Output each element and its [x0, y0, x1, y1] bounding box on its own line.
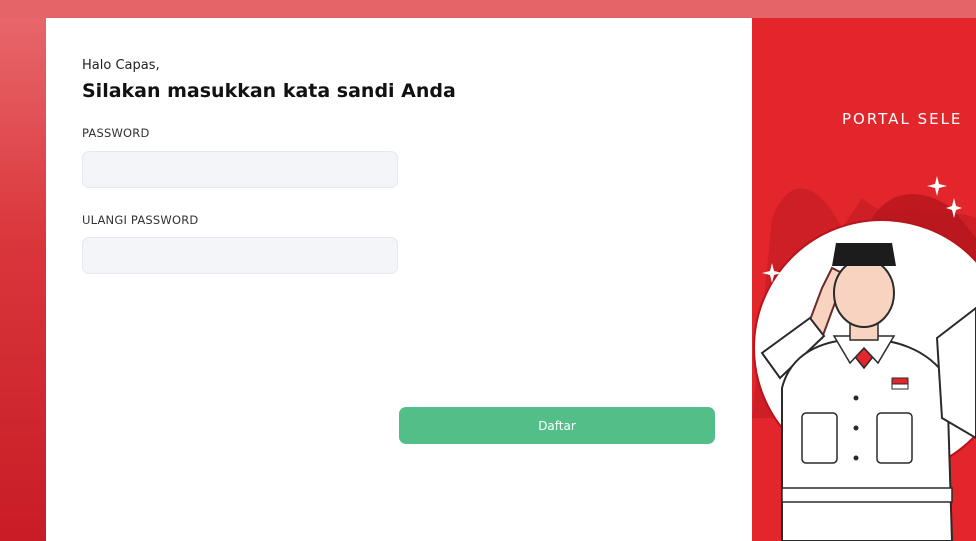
password-input[interactable]	[82, 151, 398, 188]
sparkle-icon	[762, 263, 782, 283]
cadet-salute-illustration	[752, 188, 976, 541]
password-label: PASSWORD	[82, 126, 150, 140]
side-illustration-panel: PORTAL SELE	[752, 18, 976, 541]
repeat-password-label: ULANGI PASSWORD	[82, 213, 199, 227]
register-button[interactable]: Daftar	[399, 407, 715, 444]
page-title: Silakan masukkan kata sandi Anda	[82, 80, 456, 102]
password-form-card: Halo Capas, Silakan masukkan kata sandi …	[46, 18, 752, 541]
repeat-password-input[interactable]	[82, 237, 398, 274]
greeting-text: Halo Capas,	[82, 58, 160, 73]
sparkle-icon	[927, 176, 962, 218]
page-top-band	[0, 0, 976, 18]
